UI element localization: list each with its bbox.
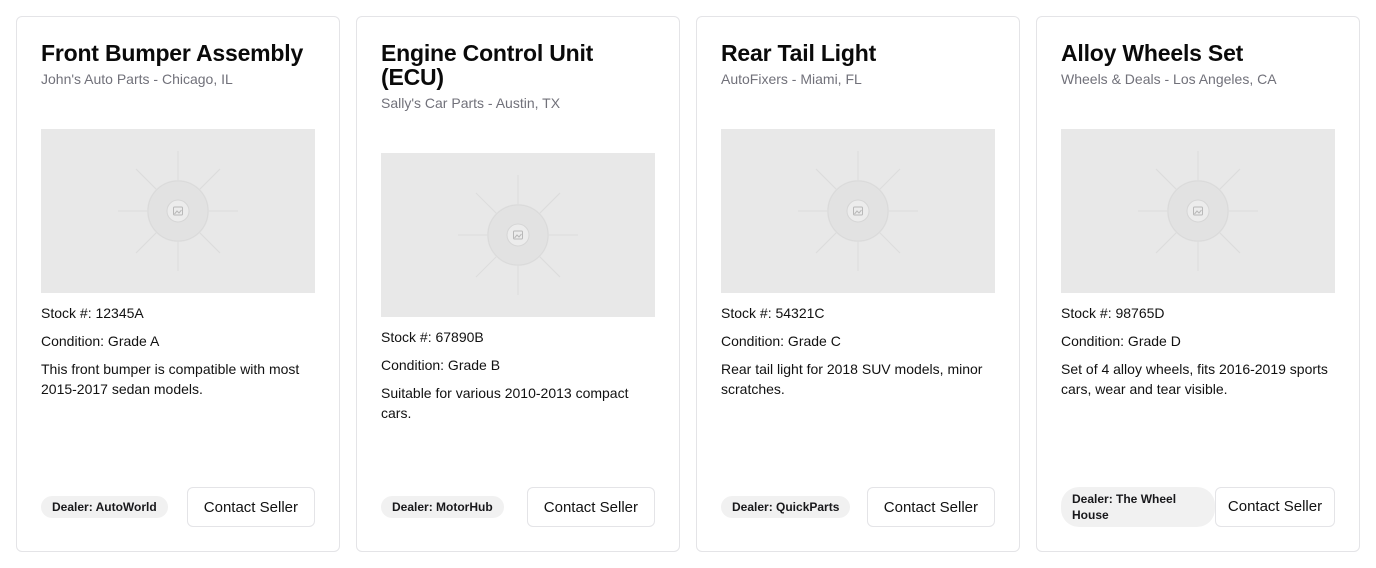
condition: Condition: Grade C bbox=[721, 333, 841, 349]
dealer-badge: Dealer: AutoWorld bbox=[41, 496, 168, 518]
listing-card: Alloy Wheels Set Wheels & Deals - Los An… bbox=[1036, 16, 1360, 552]
stock-number: Stock #: 54321C bbox=[721, 305, 825, 321]
card-footer: Dealer: MotorHub Contact Seller bbox=[381, 487, 655, 527]
listing-description: Suitable for various 2010-2013 compact c… bbox=[381, 385, 629, 421]
dealer-badge: Dealer: QuickParts bbox=[721, 496, 851, 518]
dealer-badge: Dealer: MotorHub bbox=[381, 496, 504, 518]
card-footer: Dealer: QuickParts Contact Seller bbox=[721, 487, 995, 527]
listing-title: Rear Tail Light bbox=[721, 40, 877, 66]
listing-description: This front bumper is compatible with mos… bbox=[41, 361, 300, 397]
stock-number: Stock #: 12345A bbox=[41, 305, 144, 321]
condition: Condition: Grade B bbox=[381, 357, 501, 373]
listing-description: Set of 4 alloy wheels, fits 2016-2019 sp… bbox=[1061, 361, 1328, 397]
listing-seller-location: AutoFixers - Miami, FL bbox=[721, 71, 862, 87]
image-placeholder-icon bbox=[1138, 151, 1258, 271]
part-image bbox=[721, 129, 995, 293]
dealer-badge: Dealer: The Wheel House bbox=[1061, 487, 1215, 527]
card-footer: Dealer: AutoWorld Contact Seller bbox=[41, 487, 315, 527]
part-image bbox=[41, 129, 315, 293]
image-placeholder-icon bbox=[458, 175, 578, 295]
listing-grid: Front Bumper Assembly John's Auto Parts … bbox=[0, 0, 1376, 568]
listing-title: Alloy Wheels Set bbox=[1061, 40, 1244, 66]
listing-description: Rear tail light for 2018 SUV models, min… bbox=[721, 361, 983, 397]
listing-seller-location: John's Auto Parts - Chicago, IL bbox=[41, 71, 233, 87]
contact-seller-button[interactable]: Contact Seller bbox=[866, 487, 995, 527]
image-placeholder-icon bbox=[118, 151, 238, 271]
stock-number: Stock #: 67890B bbox=[381, 329, 484, 345]
contact-seller-button[interactable]: Contact Seller bbox=[186, 487, 315, 527]
part-image bbox=[381, 153, 655, 317]
listing-card: Engine Control Unit (ECU) Sally's Car Pa… bbox=[356, 16, 680, 552]
listing-seller-location: Sally's Car Parts - Austin, TX bbox=[381, 95, 561, 111]
listing-title: Engine Control Unit (ECU) bbox=[381, 40, 594, 90]
listing-title: Front Bumper Assembly bbox=[41, 40, 304, 66]
part-image bbox=[1061, 129, 1335, 293]
listing-seller-location: Wheels & Deals - Los Angeles, CA bbox=[1061, 71, 1277, 87]
image-placeholder-icon bbox=[798, 151, 918, 271]
listing-card: Rear Tail Light AutoFixers - Miami, FL S… bbox=[696, 16, 1020, 552]
condition: Condition: Grade D bbox=[1061, 333, 1181, 349]
contact-seller-button[interactable]: Contact Seller bbox=[1215, 487, 1335, 527]
stock-number: Stock #: 98765D bbox=[1061, 305, 1165, 321]
contact-seller-button[interactable]: Contact Seller bbox=[526, 487, 655, 527]
listing-card: Front Bumper Assembly John's Auto Parts … bbox=[16, 16, 340, 552]
condition: Condition: Grade A bbox=[41, 333, 160, 349]
card-footer: Dealer: The Wheel House Contact Seller bbox=[1061, 487, 1335, 527]
